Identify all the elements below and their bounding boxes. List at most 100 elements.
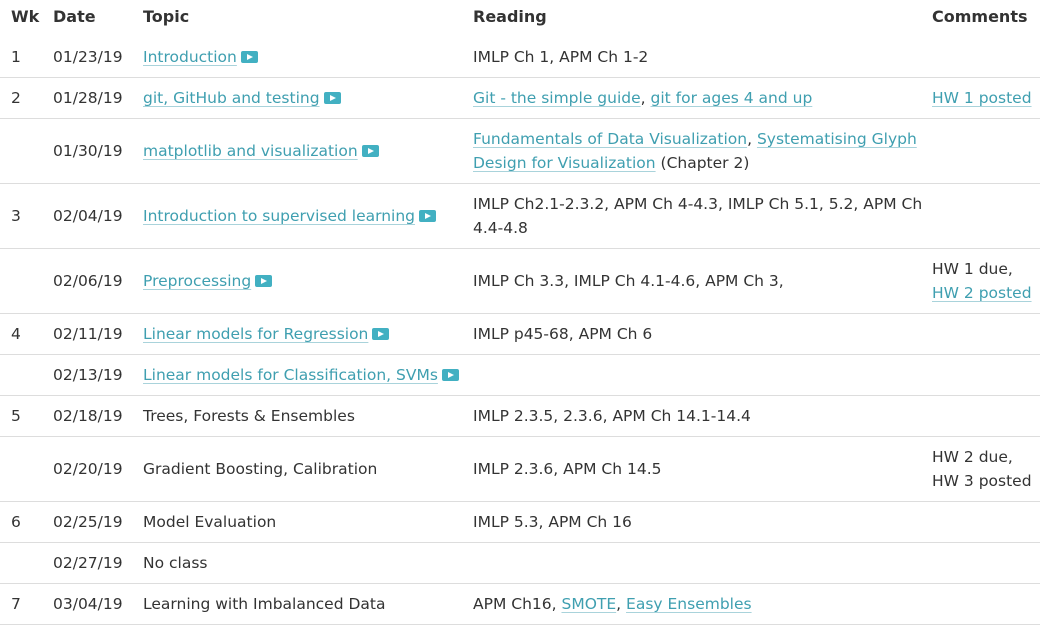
reading-text: (Chapter 2) (655, 154, 750, 172)
table-row: 2 01/28/19 git, GitHub and testing Git -… (0, 77, 1040, 119)
header-wk: Wk (11, 7, 40, 26)
reading-cell (473, 542, 932, 584)
topic-link[interactable]: matplotlib and visualization (143, 142, 358, 160)
reading-link[interactable]: git for ages 4 and up (651, 89, 813, 107)
topic-cell: Introduction to supervised learning (143, 183, 473, 249)
topic-cell: Linear models for Regression (143, 313, 473, 355)
table-row: 5 02/18/19 Trees, Forests & Ensembles IM… (0, 395, 1040, 437)
date-cell: 02/20/19 (53, 436, 143, 502)
reading-text: IMLP Ch 3.3, IMLP Ch 4.1-4.6, APM Ch 3, (473, 272, 784, 290)
topic-link[interactable]: Preprocessing (143, 272, 251, 290)
comments-cell: HW 2 due, HW 3 posted (932, 436, 1040, 502)
date-cell: 03/04/19 (53, 583, 143, 625)
video-icon[interactable] (240, 51, 258, 63)
reading-separator: , (616, 595, 627, 613)
table-row: 02/20/19 Gradient Boosting, Calibration … (0, 436, 1040, 502)
week-cell: 7 (0, 583, 53, 625)
topic-link[interactable]: Introduction to supervised learning (143, 207, 415, 225)
header-comments: Comments (932, 7, 1028, 26)
header-reading: Reading (473, 7, 547, 26)
reading-cell (473, 354, 932, 396)
week-cell (0, 436, 53, 502)
topic-cell: matplotlib and visualization (143, 118, 473, 184)
reading-text: IMLP 5.3, APM Ch 16 (473, 513, 632, 531)
reading-cell: Fundamentals of Data Visualization, Syst… (473, 118, 932, 184)
comments-cell (932, 395, 1040, 437)
topic-cell: Linear models for Classification, SVMs (143, 354, 473, 396)
date-cell: 02/06/19 (53, 248, 143, 314)
video-icon[interactable] (441, 369, 459, 381)
date-cell: 02/27/19 (53, 542, 143, 584)
table-row: 7 03/04/19 Learning with Imbalanced Data… (0, 583, 1040, 625)
video-icon[interactable] (255, 275, 273, 287)
date-cell: 02/25/19 (53, 501, 143, 543)
topic-link[interactable]: Introduction (143, 48, 237, 66)
table-row: 02/06/19 Preprocessing IMLP Ch 3.3, IMLP… (0, 248, 1040, 314)
topic-cell: Model Evaluation (143, 501, 473, 543)
date-cell: 02/04/19 (53, 183, 143, 249)
comment-link[interactable]: HW 2 posted (932, 284, 1032, 302)
comments-cell (932, 313, 1040, 355)
reading-text: IMLP p45-68, APM Ch 6 (473, 325, 653, 343)
reading-text: IMLP Ch2.1-2.3.2, APM Ch 4-4.3, IMLP Ch … (473, 195, 923, 237)
reading-separator: , (747, 130, 757, 148)
week-cell: 3 (0, 183, 53, 249)
video-icon[interactable] (323, 92, 341, 104)
comments-cell (932, 583, 1040, 625)
reading-text: APM Ch16, (473, 595, 562, 613)
reading-cell: Git - the simple guide, git for ages 4 a… (473, 77, 932, 119)
week-cell: 2 (0, 77, 53, 119)
reading-cell: IMLP p45-68, APM Ch 6 (473, 313, 932, 355)
topic-cell: No class (143, 542, 473, 584)
comment-text: HW 2 due, (932, 448, 1013, 466)
reading-cell: IMLP Ch 1, APM Ch 1-2 (473, 37, 932, 78)
comments-cell: HW 1 posted (932, 77, 1040, 119)
reading-cell: IMLP Ch2.1-2.3.2, APM Ch 4-4.3, IMLP Ch … (473, 183, 932, 249)
comments-cell (932, 542, 1040, 584)
reading-separator: , (640, 89, 651, 107)
reading-cell: IMLP 2.3.6, APM Ch 14.5 (473, 436, 932, 502)
table-row: 4 02/11/19 Linear models for Regression … (0, 313, 1040, 355)
reading-cell: APM Ch16, SMOTE, Easy Ensembles (473, 583, 932, 625)
comment-link[interactable]: HW 1 posted (932, 89, 1032, 107)
reading-link[interactable]: SMOTE (561, 595, 616, 613)
video-icon[interactable] (361, 145, 379, 157)
comment-text: HW 1 due, (932, 260, 1013, 278)
reading-text: IMLP Ch 1, APM Ch 1-2 (473, 48, 649, 66)
table-row: 02/13/19 Linear models for Classificatio… (0, 354, 1040, 396)
comments-cell (932, 37, 1040, 78)
table-row: 02/27/19 No class (0, 542, 1040, 584)
table-header-row: Wk Date Topic Reading Comments (0, 0, 1040, 37)
date-cell: 02/18/19 (53, 395, 143, 437)
date-cell: 01/28/19 (53, 77, 143, 119)
date-cell: 02/11/19 (53, 313, 143, 355)
topic-link[interactable]: Linear models for Classification, SVMs (143, 366, 438, 384)
topic-cell: git, GitHub and testing (143, 77, 473, 119)
comments-cell (932, 183, 1040, 249)
reading-text: IMLP 2.3.5, 2.3.6, APM Ch 14.1-14.4 (473, 407, 751, 425)
video-icon[interactable] (419, 210, 437, 222)
comments-cell (932, 118, 1040, 184)
reading-link[interactable]: Fundamentals of Data Visualization (473, 130, 747, 148)
week-cell: 6 (0, 501, 53, 543)
topic-link[interactable]: Linear models for Regression (143, 325, 368, 343)
topic-cell: Introduction (143, 37, 473, 78)
table-row: 3 02/04/19 Introduction to supervised le… (0, 183, 1040, 249)
reading-link[interactable]: Git - the simple guide (473, 89, 641, 107)
topic-link[interactable]: git, GitHub and testing (143, 89, 320, 107)
reading-link[interactable]: Easy Ensembles (626, 595, 752, 613)
date-cell: 02/13/19 (53, 354, 143, 396)
week-cell: 4 (0, 313, 53, 355)
date-cell: 01/23/19 (53, 37, 143, 78)
topic-cell: Trees, Forests & Ensembles (143, 395, 473, 437)
reading-text: IMLP 2.3.6, APM Ch 14.5 (473, 460, 662, 478)
topic-cell: Learning with Imbalanced Data (143, 583, 473, 625)
comment-text: HW 3 posted (932, 472, 1032, 490)
reading-cell: IMLP Ch 3.3, IMLP Ch 4.1-4.6, APM Ch 3, (473, 248, 932, 314)
video-icon[interactable] (372, 328, 390, 340)
reading-cell: IMLP 2.3.5, 2.3.6, APM Ch 14.1-14.4 (473, 395, 932, 437)
header-date: Date (53, 7, 96, 26)
header-topic: Topic (143, 7, 190, 26)
date-cell: 01/30/19 (53, 118, 143, 184)
reading-cell: IMLP 5.3, APM Ch 16 (473, 501, 932, 543)
